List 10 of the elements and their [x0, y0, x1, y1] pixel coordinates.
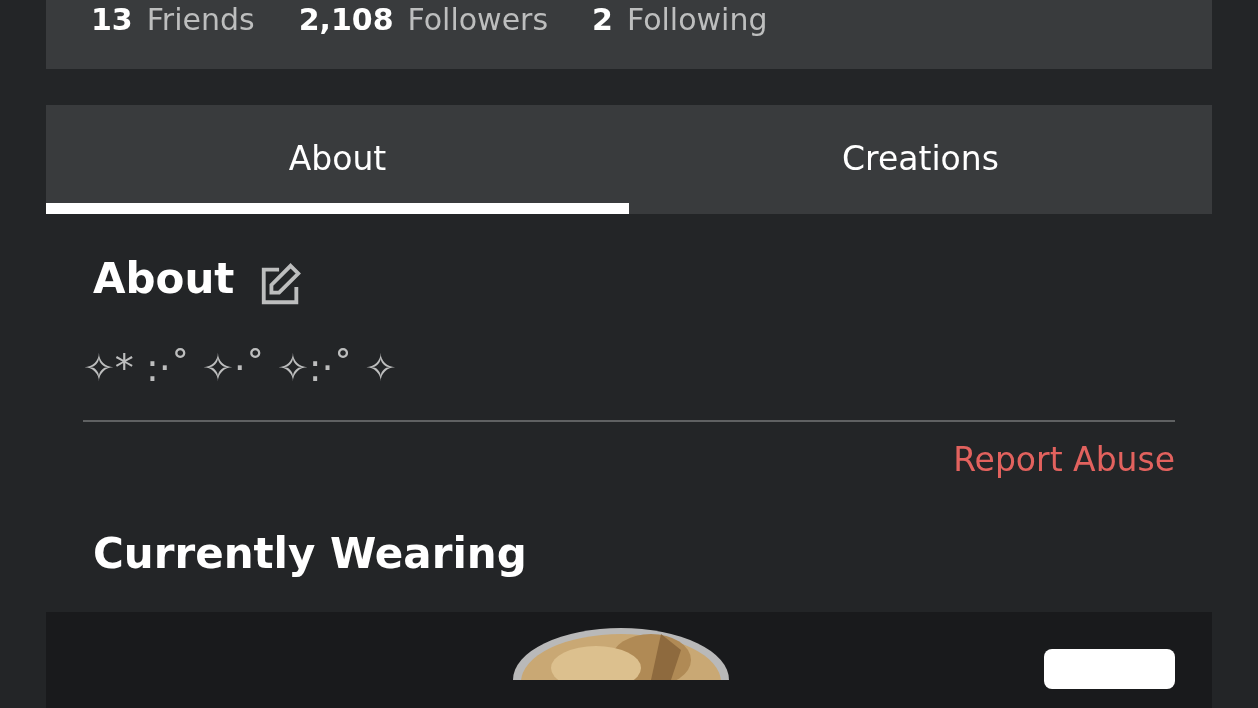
stat-text[interactable]: 2,108 Followers — [298, 2, 549, 38]
stat-text[interactable]: 13 Friends — [91, 2, 255, 38]
report-abuse-link[interactable]: Report Abuse — [953, 440, 1175, 479]
section-title: Currently Wearing — [93, 529, 528, 578]
section-title: About — [93, 253, 235, 303]
tab[interactable]: About — [46, 105, 629, 214]
stat-text[interactable]: 2 Following — [592, 2, 768, 38]
view-toggle-button[interactable] — [1044, 649, 1175, 689]
tab[interactable]: Creations — [629, 105, 1212, 214]
bio-text: ✧* :·˚ ✧·˚ ✧:·˚ ✧ — [83, 346, 398, 390]
